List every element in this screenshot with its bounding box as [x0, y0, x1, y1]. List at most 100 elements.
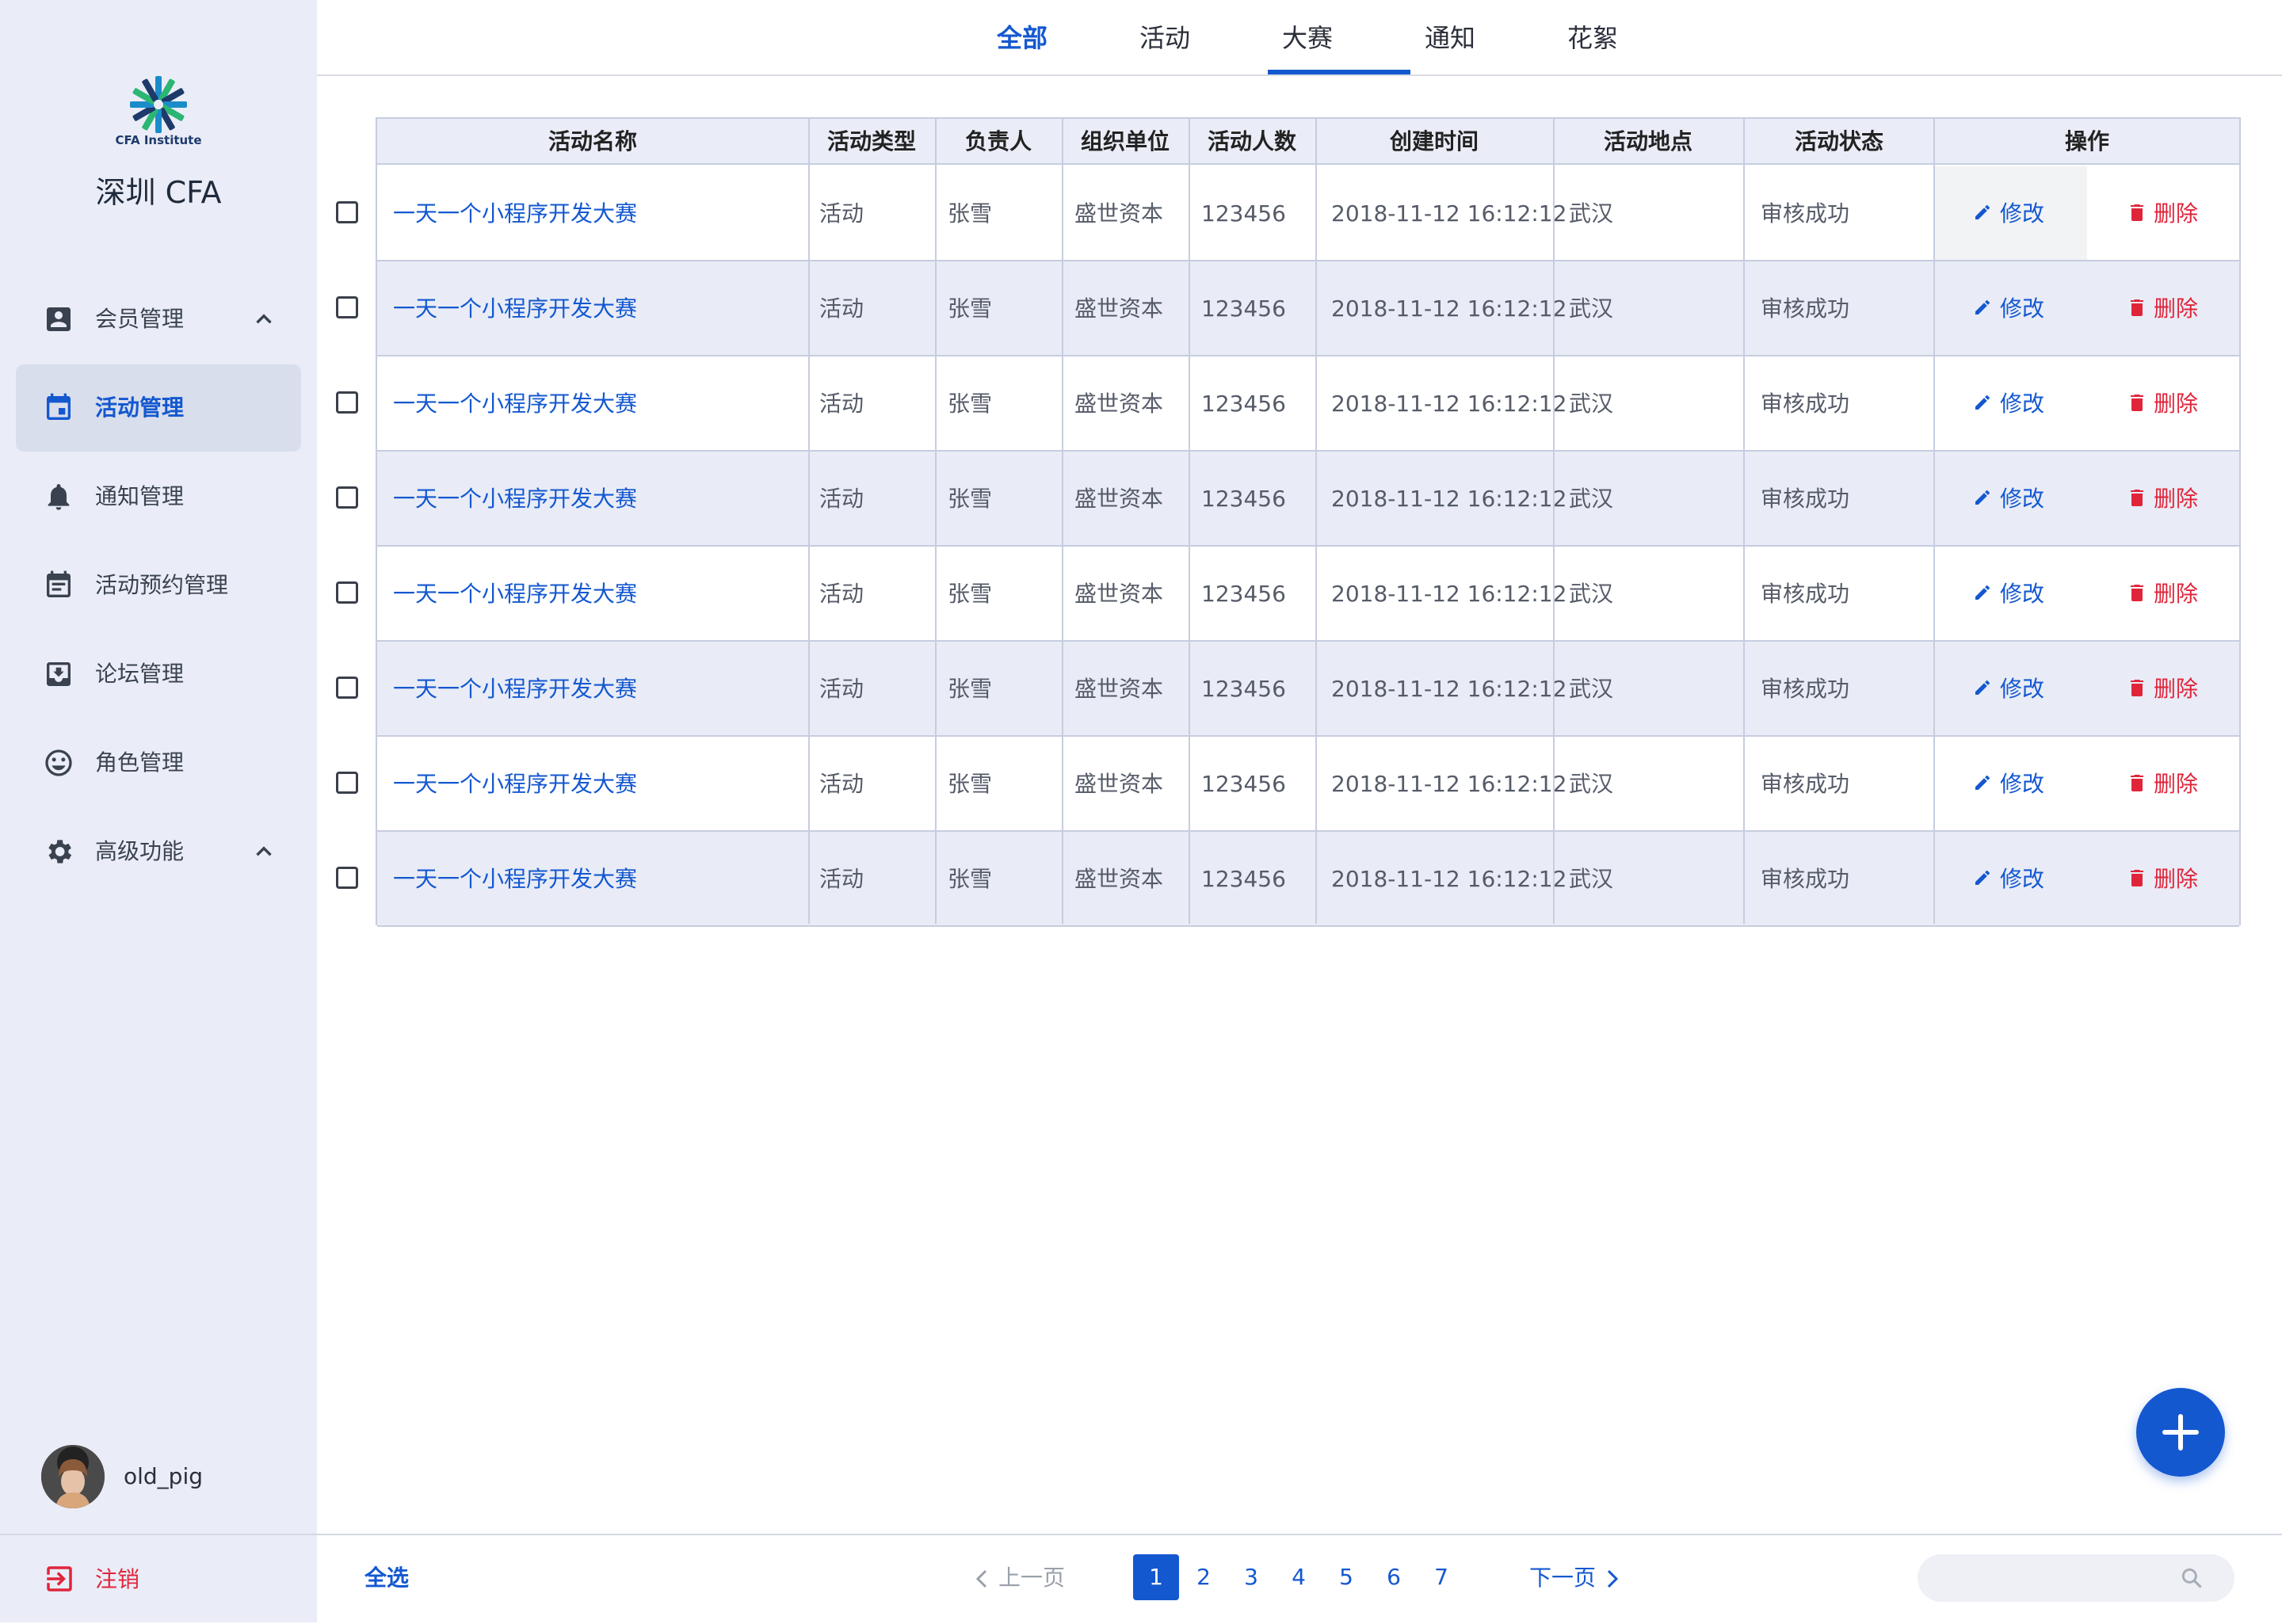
delete-button[interactable]: 删除 [2128, 737, 2198, 832]
chevron-up-icon[interactable] [250, 838, 277, 865]
column-header[interactable]: 活动状态 [1743, 119, 1935, 165]
location: 武汉 [1569, 771, 1614, 797]
delete-label: 删除 [2154, 771, 2199, 797]
column-header[interactable]: 活动地点 [1553, 119, 1743, 165]
edit-button[interactable]: 修改 [1973, 452, 2044, 547]
created-time: 2018-11-12 16:12:12 [1331, 200, 1567, 227]
tab-all[interactable]: 全部 [951, 0, 1093, 76]
select-all-button[interactable]: 全选 [364, 1534, 409, 1622]
column-header[interactable]: 活动名称 [377, 119, 808, 165]
sidebar-item-notifications[interactable]: 通知管理 [16, 453, 301, 540]
sidebar-item-members[interactable]: 会员管理 [16, 276, 301, 363]
edit-button[interactable]: 修改 [1973, 261, 2044, 356]
activity-name-link[interactable]: 一天一个小程序开发大赛 [393, 261, 637, 356]
search-input[interactable] [1918, 1554, 2234, 1602]
created-time: 2018-11-12 16:12:12 [1331, 866, 1567, 892]
page-1[interactable]: 1 [1133, 1554, 1179, 1600]
delete-button[interactable]: 删除 [2128, 832, 2198, 927]
trash-icon [2131, 490, 2143, 506]
row-checkbox[interactable] [336, 486, 358, 509]
page-7[interactable]: 7 [1418, 1554, 1464, 1600]
activity-name-link[interactable]: 一天一个小程序开发大赛 [393, 356, 637, 452]
tab-activities[interactable]: 活动 [1093, 0, 1236, 76]
delete-button[interactable]: 删除 [2128, 547, 2198, 642]
row-checkbox[interactable] [336, 201, 358, 223]
sidebar-item-roles[interactable]: 角色管理 [16, 719, 301, 806]
page-2[interactable]: 2 [1181, 1554, 1227, 1600]
activity-name-link[interactable]: 一天一个小程序开发大赛 [393, 642, 637, 737]
organization: 盛世资本 [1074, 771, 1164, 797]
sidebar-item-advanced[interactable]: 高级功能 [16, 808, 301, 895]
edit-label: 修改 [2000, 866, 2045, 892]
row-checkbox[interactable] [336, 581, 358, 604]
column-header[interactable]: 组织单位 [1062, 119, 1189, 165]
next-page-label: 下一页 [1529, 1565, 1597, 1591]
chevron-left-icon [975, 1569, 987, 1588]
page-6[interactable]: 6 [1371, 1554, 1417, 1600]
prev-page-label: 上一页 [998, 1565, 1066, 1591]
activity-name-link[interactable]: 一天一个小程序开发大赛 [393, 452, 637, 547]
page-5[interactable]: 5 [1323, 1554, 1369, 1600]
row-checkbox[interactable] [336, 867, 358, 889]
chevron-up-icon[interactable] [250, 306, 277, 333]
edit-button[interactable]: 修改 [1973, 642, 2044, 737]
row-checkbox[interactable] [336, 391, 358, 414]
activity-type: 活动 [819, 771, 864, 797]
column-header[interactable]: 负责人 [935, 119, 1062, 165]
status: 审核成功 [1761, 676, 1850, 702]
pencil-icon [1975, 204, 1990, 219]
delete-button[interactable]: 删除 [2128, 356, 2198, 452]
participant-count: 123456 [1201, 200, 1286, 227]
row-checkbox[interactable] [336, 677, 358, 699]
avatar[interactable] [41, 1445, 105, 1508]
organization: 盛世资本 [1074, 866, 1164, 892]
table-row: 一天一个小程序开发大赛 活动 张雪 盛世资本 123456 2018-11-12 16:1… [377, 356, 2239, 452]
column-header: 操作 [2064, 128, 2109, 154]
sidebar-item-forum[interactable]: 论坛管理 [16, 631, 301, 718]
column-header[interactable]: 活动类型 [808, 119, 935, 165]
table-row: 一天一个小程序开发大赛 活动 张雪 盛世资本 123456 2018-11-12 16:1… [377, 642, 2239, 737]
row-checkbox[interactable] [336, 772, 358, 794]
column-divider [1933, 119, 1935, 924]
activity-name-link[interactable]: 一天一个小程序开发大赛 [393, 832, 637, 927]
edit-button[interactable]: 修改 [1973, 737, 2044, 832]
activity-name-link[interactable]: 一天一个小程序开发大赛 [393, 547, 637, 642]
logout-button[interactable]: 注销 [0, 1534, 317, 1622]
participant-count: 123456 [1201, 581, 1286, 607]
next-page-button[interactable]: 下一页 [1529, 1534, 1621, 1622]
edit-button[interactable]: 修改 [1973, 832, 2044, 927]
activity-name-link[interactable]: 一天一个小程序开发大赛 [393, 166, 637, 261]
page-3[interactable]: 3 [1228, 1554, 1274, 1600]
column-header[interactable]: 活动人数 [1189, 119, 1315, 165]
pencil-icon [1975, 680, 1990, 695]
column-header[interactable]: 创建时间 [1315, 119, 1553, 165]
add-button[interactable] [2136, 1388, 2225, 1477]
participant-count: 123456 [1201, 486, 1286, 512]
tab-contests[interactable]: 大赛 [1236, 0, 1379, 76]
page-4[interactable]: 4 [1276, 1554, 1322, 1600]
table-row: 一天一个小程序开发大赛 活动 张雪 盛世资本 123456 2018-11-12 16:1… [377, 832, 2239, 927]
prev-page-button[interactable]: 上一页 [973, 1534, 1065, 1622]
gear-icon [48, 840, 72, 863]
sidebar-item-reservations[interactable]: 活动预约管理 [16, 542, 301, 629]
user-name[interactable]: old_pig [124, 1458, 203, 1496]
delete-label: 删除 [2154, 295, 2199, 322]
delete-button[interactable]: 删除 [2128, 261, 2198, 356]
delete-label: 删除 [2154, 391, 2199, 417]
edit-button[interactable]: 修改 [1973, 166, 2044, 261]
sidebar-item-activities[interactable]: 活动管理 [16, 364, 301, 452]
status: 审核成功 [1761, 771, 1850, 797]
participant-count: 123456 [1201, 771, 1286, 797]
delete-button[interactable]: 删除 [2128, 166, 2198, 261]
edit-label: 修改 [2000, 771, 2045, 797]
activity-name-link[interactable]: 一天一个小程序开发大赛 [393, 737, 637, 832]
edit-button[interactable]: 修改 [1973, 547, 2044, 642]
owner: 张雪 [948, 581, 993, 607]
delete-button[interactable]: 删除 [2128, 452, 2198, 547]
search-icon[interactable] [2179, 1565, 2204, 1591]
tab-notices[interactable]: 通知 [1379, 0, 1521, 76]
tab-highlights[interactable]: 花絮 [1521, 0, 1664, 76]
delete-button[interactable]: 删除 [2128, 642, 2198, 737]
row-checkbox[interactable] [336, 296, 358, 318]
edit-button[interactable]: 修改 [1973, 356, 2044, 452]
